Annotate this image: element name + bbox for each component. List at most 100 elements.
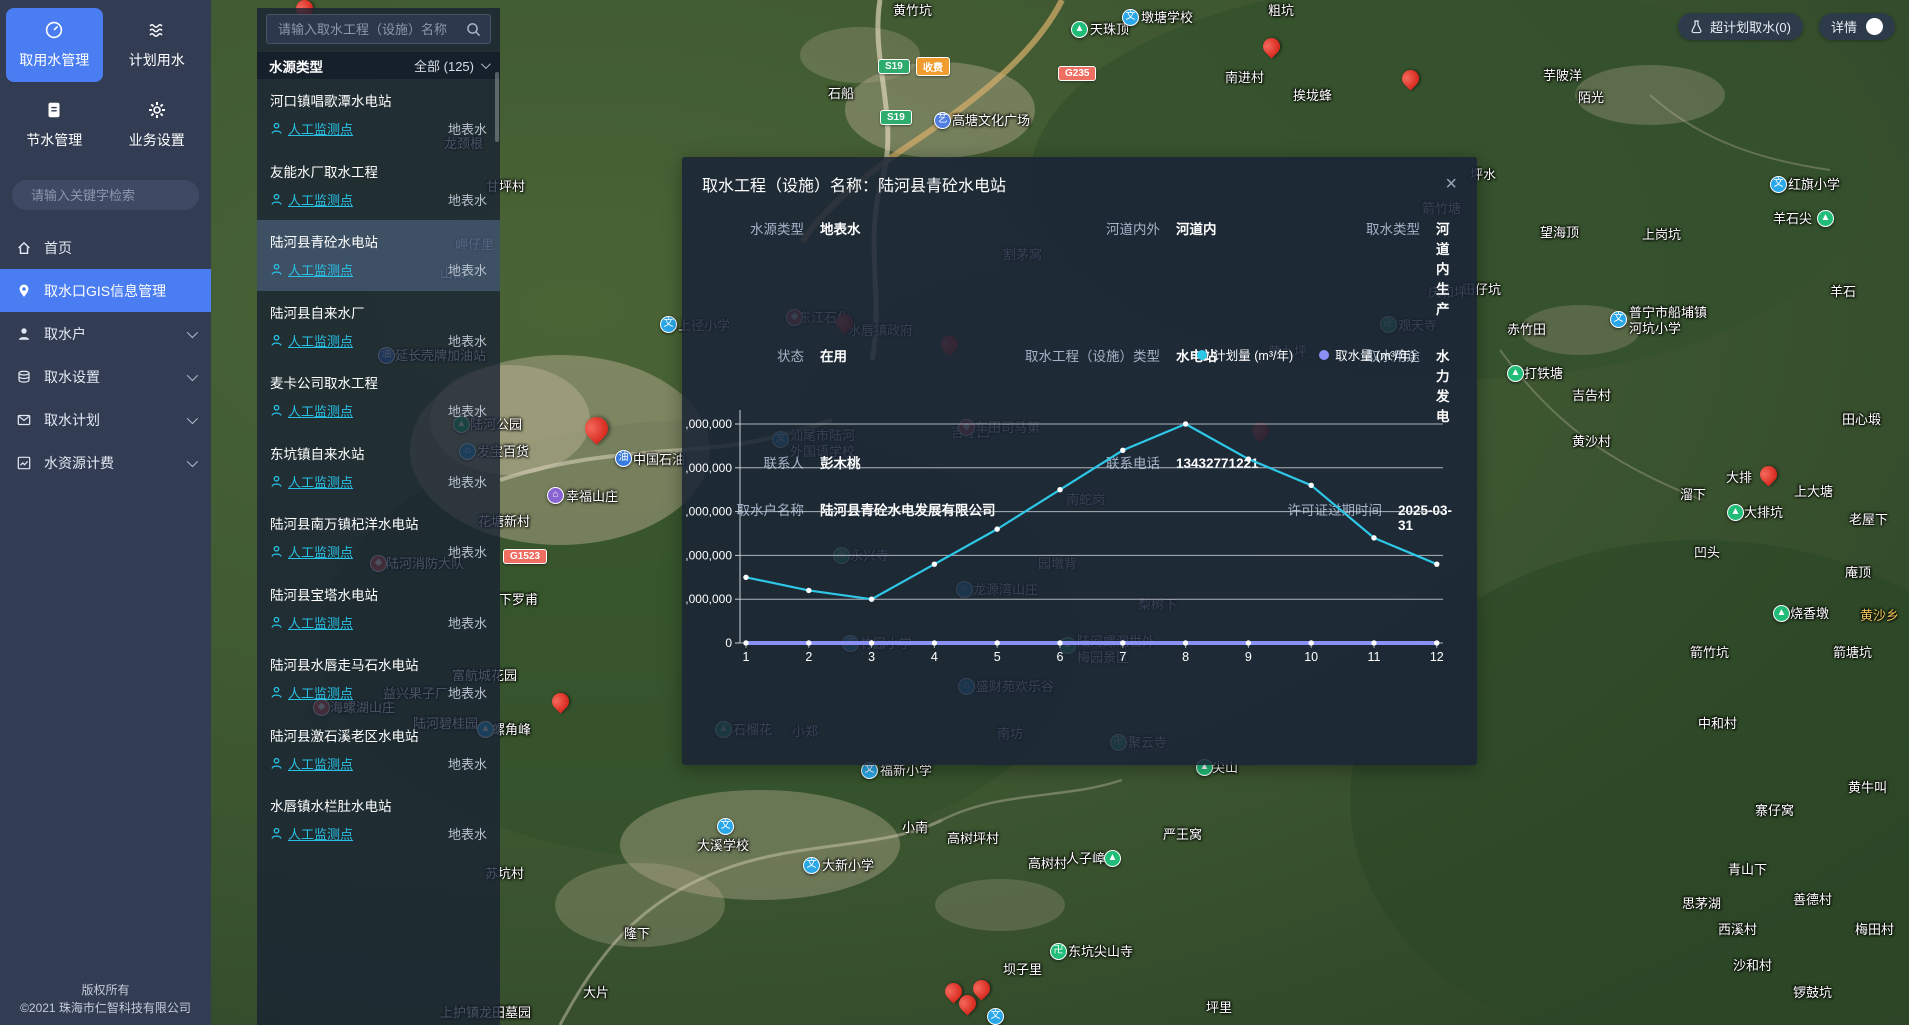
road-badge: G235 <box>1058 66 1096 81</box>
map-label: 隆下 <box>624 926 650 942</box>
road-badge: G1523 <box>503 549 547 564</box>
school-marker-icon[interactable]: 文 <box>1122 9 1139 26</box>
field-label: 取水类型 <box>1324 218 1436 238</box>
field-value: 河道内生产 <box>1436 218 1457 318</box>
list-item[interactable]: 陆河县激石溪老区水电站人工监测点地表水 <box>257 714 500 785</box>
map-label: 红旗小学 <box>1788 177 1840 193</box>
list-item[interactable]: 东坑镇自来水站人工监测点地表水 <box>257 432 500 503</box>
monitor-type-link[interactable]: 人工监测点 <box>270 331 353 350</box>
user-icon <box>16 326 32 342</box>
sidebar-item-1[interactable]: 首页 <box>0 226 211 269</box>
list-item[interactable]: 陆河县青砼水电站人工监测点地表水 <box>257 220 500 291</box>
list-item[interactable]: 友能水厂取水工程人工监测点地表水 <box>257 150 500 221</box>
school-marker-icon[interactable]: 文 <box>660 316 677 333</box>
source-type-filter-bar: 水源类型 全部 (125) <box>257 52 500 79</box>
map-pin-icon[interactable] <box>1259 34 1283 58</box>
school-marker-icon[interactable]: 文 <box>717 818 734 835</box>
gas-marker-icon[interactable]: 油 <box>615 450 632 467</box>
map-label: 凹头 <box>1694 545 1720 561</box>
temple-marker-icon[interactable]: 卍 <box>1050 943 1067 960</box>
legend-item[interactable]: 计划量 (m³/年) <box>1197 345 1293 364</box>
field-row: 水源类型地表水河道内外河道内取水类型河道内生产 <box>702 218 1457 318</box>
monitor-type-link[interactable]: 人工监测点 <box>270 754 353 773</box>
scrollbar[interactable] <box>495 72 499 142</box>
close-icon[interactable]: × <box>1445 174 1457 194</box>
map-label: 粗坑 <box>1268 3 1294 19</box>
monitor-type-link[interactable]: 人工监测点 <box>270 542 353 561</box>
sidebar-item-6[interactable]: 水资源计费 <box>0 441 211 484</box>
map-label: 南进村 <box>1225 70 1264 86</box>
chart-legend: 计划量 (m³/年) 取水量 (m³/年) <box>1197 345 1415 364</box>
monitor-type-link[interactable]: 人工监测点 <box>270 824 353 843</box>
green-marker-icon[interactable]: ▲ <box>1507 365 1524 382</box>
mountain-marker-icon[interactable]: ▲ <box>1071 21 1088 38</box>
sidebar-item-label: 首页 <box>44 238 72 258</box>
station-search[interactable] <box>266 14 491 44</box>
legend-item[interactable]: 取水量 (m³/年) <box>1319 345 1415 364</box>
map-pin-icon[interactable] <box>1756 462 1780 486</box>
monitor-type-link[interactable]: 人工监测点 <box>270 472 353 491</box>
map-label: 天珠顶 <box>1090 22 1129 38</box>
sidebar-item-3[interactable]: 取水户 <box>0 312 211 355</box>
keyword-search-input[interactable] <box>29 187 209 204</box>
school-marker-icon[interactable]: 文 <box>1610 311 1627 328</box>
map-label: 大排坑 <box>1744 505 1783 521</box>
green-marker-icon[interactable]: ▲ <box>1727 504 1744 521</box>
list-item[interactable]: 水唇镇水栏肚水电站人工监测点地表水 <box>257 784 500 855</box>
monitor-type-link[interactable]: 人工监测点 <box>270 190 353 209</box>
list-item[interactable]: 陆河县宝塔水电站人工监测点地表水 <box>257 573 500 644</box>
list-item[interactable]: 河口镇唱歌潭水电站人工监测点地表水 <box>257 79 500 150</box>
over-plan-intake-button[interactable]: 超计划取水(0) <box>1678 13 1803 40</box>
sidebar-item-2[interactable]: 取水口GIS信息管理 <box>0 269 211 312</box>
meter-icon <box>44 20 64 43</box>
monitor-type-link[interactable]: 人工监测点 <box>270 613 353 632</box>
svg-text:7: 7 <box>1119 650 1126 664</box>
toggle-knob[interactable] <box>1866 18 1883 35</box>
module-tile-4[interactable]: 业务设置 <box>109 88 206 162</box>
search-icon[interactable] <box>466 22 481 37</box>
school-marker-icon[interactable]: 文 <box>987 1008 1004 1025</box>
field-label: 取水工程（设施）类型 <box>988 345 1176 365</box>
map-label: 大溪学校 <box>697 838 749 854</box>
svg-text:2: 2 <box>805 650 812 664</box>
green-marker-icon[interactable]: ▲ <box>1773 605 1790 622</box>
school-marker-icon[interactable]: 文 <box>1770 176 1787 193</box>
list-item[interactable]: 陆河县水唇走马石水电站人工监测点地表水 <box>257 643 500 714</box>
home-icon <box>16 240 32 256</box>
school-marker-icon[interactable]: 文 <box>803 857 820 874</box>
monitor-type-link[interactable]: 人工监测点 <box>270 260 353 279</box>
keyword-search[interactable] <box>12 180 199 210</box>
source-type-filter[interactable]: 全部 (125) <box>414 56 488 75</box>
mountain-marker-icon[interactable]: ▲ <box>1817 210 1834 227</box>
mountain-marker-icon[interactable]: ▲ <box>1104 850 1121 867</box>
chevron-down-icon <box>187 455 198 466</box>
detail-toggle[interactable]: 详情 <box>1819 13 1895 40</box>
monitor-type-link[interactable]: 人工监测点 <box>270 119 353 138</box>
culture-marker-icon[interactable]: 艺 <box>934 112 951 129</box>
tile-label: 计划用水 <box>129 50 185 70</box>
water-source-type: 地表水 <box>448 331 487 350</box>
module-tile-1[interactable]: 取用水管理 <box>6 8 103 82</box>
list-item[interactable]: 麦卡公司取水工程人工监测点地表水 <box>257 361 500 432</box>
map-pin-icon[interactable] <box>548 689 572 713</box>
sidebar-item-5[interactable]: 取水计划 <box>0 398 211 441</box>
field-value: 地表水 <box>820 218 988 238</box>
chevron-down-icon <box>187 326 198 337</box>
person-icon <box>270 616 283 629</box>
map-label: 中国石油 <box>633 452 685 468</box>
map-label: 庵顶 <box>1845 565 1871 581</box>
monitor-type-link[interactable]: 人工监测点 <box>270 683 353 702</box>
map-pin-icon[interactable] <box>580 412 612 444</box>
resort-marker-icon[interactable]: ⌂ <box>547 487 564 504</box>
list-item[interactable]: 陆河县自来水厂人工监测点地表水 <box>257 291 500 362</box>
station-detail-modal: 取水工程（设施）名称：陆河县青砼水电站 × 水源类型地表水河道内外河道内取水类型… <box>682 157 1477 765</box>
module-tile-2[interactable]: 计划用水 <box>109 8 206 82</box>
module-tile-3[interactable]: 节水管理 <box>6 88 103 162</box>
road-badge: S19 <box>880 110 912 125</box>
map-pin-icon[interactable] <box>1398 66 1422 90</box>
list-item[interactable]: 陆河县南万镇杞洋水电站人工监测点地表水 <box>257 502 500 573</box>
sidebar-item-4[interactable]: 取水设置 <box>0 355 211 398</box>
filter-label: 水源类型 <box>269 56 323 76</box>
monitor-type-link[interactable]: 人工监测点 <box>270 401 353 420</box>
station-search-input[interactable] <box>276 21 460 38</box>
